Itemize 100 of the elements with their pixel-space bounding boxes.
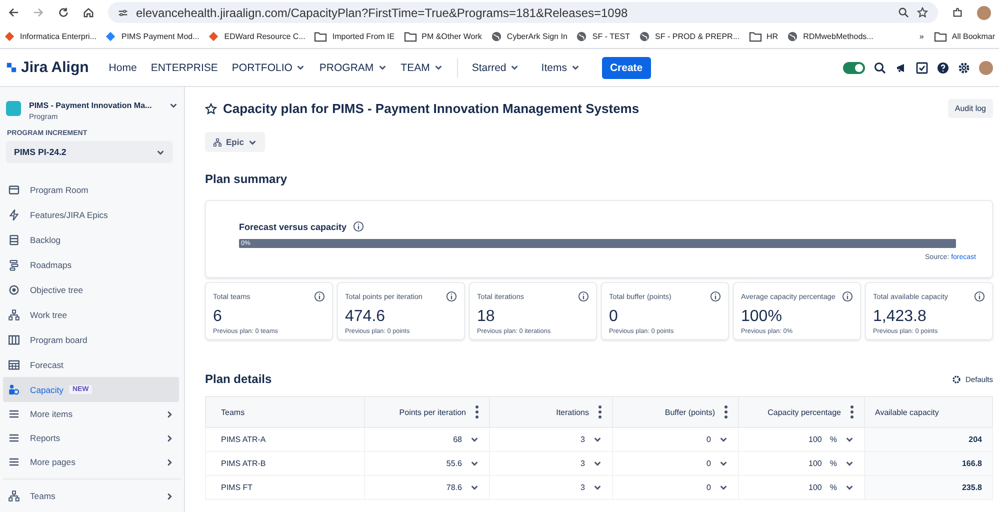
app-logo[interactable]: Jira Align	[6, 59, 89, 76]
caret-icon	[470, 459, 479, 468]
stat-value: 474.6	[345, 308, 386, 326]
app-icon	[4, 31, 15, 42]
columns-icon	[8, 334, 20, 346]
view-select[interactable]: Epic	[205, 132, 265, 152]
sidebar-item-label: More pages	[30, 457, 76, 467]
bookmark[interactable]: RDMwebMethods...	[787, 31, 874, 42]
more-icon[interactable]	[598, 405, 602, 419]
more-icon[interactable]	[850, 405, 854, 419]
sidebar-item[interactable]: Program board	[3, 327, 179, 352]
sidebar-item[interactable]: Teams	[3, 484, 179, 508]
reload-icon[interactable]	[58, 7, 69, 18]
table-cell: 166.8	[864, 452, 992, 476]
sidebar-item-label: Roadmaps	[30, 260, 72, 270]
stat-value: 0	[609, 308, 619, 326]
chevron-icon	[165, 410, 174, 418]
stack-icon	[8, 234, 20, 246]
sidebar-item[interactable]: Program Room	[3, 177, 179, 202]
folder-icon	[404, 31, 417, 42]
sidebar-item-label: Reports	[30, 433, 60, 443]
column-header[interactable]: Iterations	[490, 396, 612, 428]
nav-item[interactable]: Home	[108, 62, 137, 74]
roadmap-icon	[8, 258, 20, 270]
nav-item[interactable]: TEAM	[400, 62, 443, 74]
sidebar-item[interactable]: More pages	[3, 450, 179, 474]
column-header[interactable]: Available capacity	[864, 396, 992, 428]
caret-icon	[719, 483, 728, 492]
back-arrow-icon[interactable]	[8, 7, 19, 18]
sidebar-item[interactable]: Features/JIRA Epics	[3, 202, 179, 227]
address-bar[interactable]: elevancehealth.jiraalign.com/CapacityPlan?FirstTime=True&Programs=181&Releases=1098	[108, 2, 938, 23]
stat-value: 6	[213, 308, 223, 326]
zoom-icon[interactable]	[898, 7, 909, 18]
bookmark[interactable]: SF - TEST	[576, 31, 630, 42]
more-icon[interactable]	[475, 405, 479, 419]
column-header[interactable]: Teams	[206, 396, 364, 428]
bookmark[interactable]: HR	[748, 31, 778, 42]
bookmark[interactable]: PM &Other Work	[404, 31, 482, 42]
more-bookmarks-button[interactable]: »	[919, 32, 924, 41]
program-name[interactable]: PIMS - Payment Innovation Ma...	[29, 101, 161, 110]
help-icon[interactable]	[937, 62, 949, 74]
star-icon[interactable]	[917, 7, 928, 18]
caret-icon	[845, 483, 854, 492]
sidebar-item[interactable]: Work tree	[3, 302, 179, 327]
folder-icon	[748, 31, 762, 42]
increment-select[interactable]: PIMS PI-24.2	[6, 141, 173, 163]
star-icon[interactable]	[205, 102, 217, 114]
extensions-icon[interactable]	[952, 7, 963, 18]
more-icon[interactable]	[724, 405, 728, 419]
audit-log-button[interactable]: Audit log	[948, 99, 993, 118]
caret-icon	[570, 63, 580, 72]
info-icon	[578, 291, 589, 302]
page-title: Capacity plan for PIMS - Payment Innovation Management Systems	[223, 101, 640, 116]
bookmark[interactable]: SF - PROD & PREPR...	[639, 31, 740, 42]
bookmark[interactable]: EDWard Resource C...	[208, 31, 306, 42]
caret-icon	[593, 435, 602, 444]
checkbox-icon[interactable]	[916, 62, 928, 74]
bookmark[interactable]: Imported From IE	[314, 31, 395, 42]
hierarchy-icon	[213, 138, 222, 146]
caret-icon	[845, 459, 854, 468]
info-icon	[446, 291, 457, 302]
column-header[interactable]: Buffer (points)	[612, 396, 738, 428]
sidebar-item[interactable]: Reports	[3, 426, 179, 450]
table-cell: 204	[864, 428, 992, 452]
caret-icon	[593, 459, 602, 468]
nav-menu[interactable]: Items	[541, 62, 580, 74]
caret-icon	[845, 435, 854, 444]
create-button[interactable]: Create	[602, 56, 651, 78]
hierarchy-icon	[8, 308, 20, 320]
chevron-icon	[165, 458, 174, 466]
sidebar-item[interactable]: Backlog	[3, 227, 179, 252]
caret-icon	[248, 138, 257, 146]
globe-icon	[490, 31, 502, 42]
search-icon[interactable]	[874, 62, 886, 74]
sidebar-item[interactable]: Roadmaps	[3, 252, 179, 277]
grid-icon	[8, 358, 20, 370]
profile-avatar[interactable]	[977, 6, 991, 20]
sidebar-item[interactable]: More items	[3, 402, 179, 426]
caret-icon	[719, 435, 728, 444]
column-header[interactable]: Points per iteration	[364, 396, 490, 428]
column-header[interactable]: Capacity percentage	[738, 396, 864, 428]
sidebar-item[interactable]: Objective tree	[3, 277, 179, 302]
bookmark[interactable]: All Bookmar	[934, 31, 995, 42]
nav-item[interactable]: ENTERPRISE	[150, 62, 218, 74]
sidebar-item-label: Work tree	[30, 310, 68, 320]
sidebar-item-label: Features/JIRA Epics	[30, 210, 108, 220]
bookmark[interactable]: Informatica Enterpri...	[4, 31, 96, 42]
bookmark[interactable]: PIMS Payment Mod...	[105, 31, 200, 42]
nav-menu[interactable]: Starred	[472, 62, 520, 74]
megaphone-icon[interactable]	[895, 62, 907, 74]
user-avatar[interactable]	[979, 60, 993, 74]
globe-icon	[576, 31, 588, 42]
sidebar-item[interactable]: Forecast	[3, 352, 179, 377]
list-icon	[8, 456, 20, 468]
home-icon[interactable]	[83, 7, 94, 18]
nav-item[interactable]: PORTFOLIO	[232, 62, 306, 74]
toggle-switch[interactable]	[843, 62, 865, 74]
stat-value: 1,423.8	[873, 308, 928, 326]
bookmark[interactable]: CyberArk Sign In	[490, 31, 568, 42]
nav-item[interactable]: PROGRAM	[319, 62, 387, 74]
